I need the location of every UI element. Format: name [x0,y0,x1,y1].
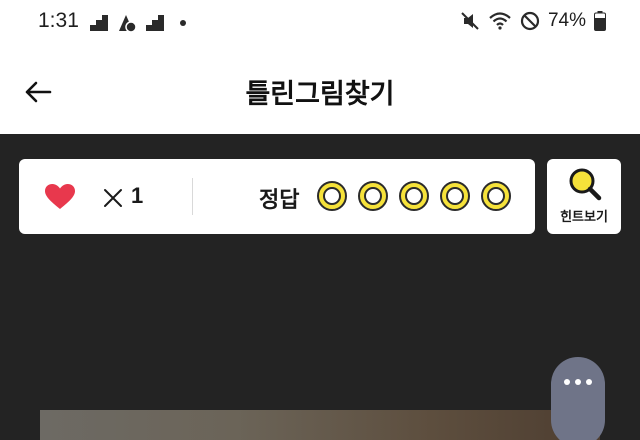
floating-menu-button[interactable] [551,357,605,440]
status-left-icons [90,13,188,33]
battery-percent: 74% [547,10,586,31]
hint-button[interactable]: 힌트보기 [547,159,621,234]
mute-icon [461,12,479,30]
page-title: 틀린그림찾기 [245,79,395,110]
wifi-icon [489,12,511,30]
status-bar: 1:31 74% [0,0,640,48]
multiply-icon [104,189,122,207]
signal-icon [146,15,164,31]
status-right-icons: 74% [460,10,606,32]
dot-icon [180,20,186,26]
signal-icon [90,15,108,31]
answer-slot [358,181,388,211]
do-not-disturb-icon [520,11,540,31]
answer-slot [481,181,511,211]
panel-divider [192,178,193,215]
magnifier-icon [569,168,602,201]
puzzle-image[interactable] [40,410,600,440]
answer-slot [317,181,347,211]
answer-progress [317,181,511,211]
more-horizontal-icon [564,379,592,385]
lives-count: 1 [131,183,144,208]
app-bar: 틀린그림찾기 [0,48,640,134]
hint-label: 힌트보기 [560,210,608,225]
answer-label: 정답 [259,188,300,213]
status-time: 1:31 [38,9,79,32]
heart-icon [45,184,75,209]
game-status-panel: 1 정답 [19,159,535,234]
notification-app-icon [119,15,137,33]
answer-slot [399,181,429,211]
answer-slot [440,181,470,211]
battery-icon [594,11,606,31]
